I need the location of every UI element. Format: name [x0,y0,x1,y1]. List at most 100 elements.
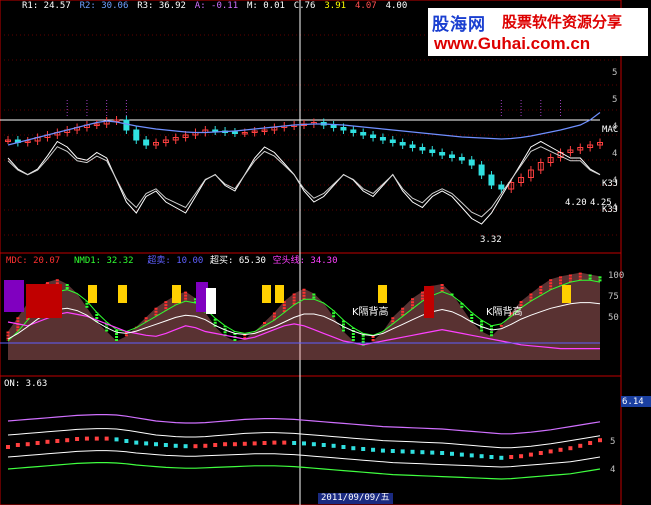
candle-body [123,119,130,131]
date-readout: 2011/09/09/五 [318,493,393,504]
price-mark [440,451,445,455]
price-mark [519,454,524,459]
panel2-legend-item: 超卖: 10.00 [147,256,204,266]
panel1-legend-item: R2: 30.06 [79,1,129,11]
candle-body [370,134,377,138]
price-mark [499,455,504,460]
candle-body [379,137,386,141]
price-mark [134,440,139,445]
candle-body [389,139,396,143]
panel1-legend-item: R3: 36.92 [137,1,186,11]
y-tick-label: 5 [612,95,617,105]
candle-body [478,164,485,176]
price-mark [65,438,70,443]
panel1-label: MAC [602,125,618,135]
y-tick-label: 50 [608,313,619,323]
price-mark [558,447,563,452]
signal-block [26,284,62,318]
panel1-legend-item: M: 0.01 [247,1,285,11]
price-mark [390,449,395,453]
price-mark [262,441,267,445]
price-mark [489,455,494,459]
signal-block [206,288,216,314]
candle-body [340,127,347,131]
watermark-brand: 股海网 [432,15,486,35]
buy-marker [172,285,181,303]
panel1-legend-item: R1: 24.57 [22,1,71,11]
price-mark [568,446,573,451]
price-mark [25,442,30,447]
y-tick-label: 4 [610,465,615,475]
panel1-legend-item: 4.00 [385,1,408,11]
buy-marker [562,285,571,303]
price-mark [6,445,10,449]
panel1-legend-item: 4.07 [355,1,377,11]
price-mark [528,452,533,457]
price-mark [242,441,247,446]
price-mark [578,443,583,448]
price-mark [45,439,50,444]
candle-body [429,149,436,153]
watermark: 股海网 股票软件资源分享 www.Guhai.com.cn [428,8,648,56]
stock-chart[interactable]: 6554444MACK3JK3J4.204.253.321007550K隔背高K… [0,0,651,505]
price-mark [311,442,316,447]
price-mark [163,443,168,447]
candle-body [330,124,337,128]
candle-body [133,129,140,141]
price-mark [213,443,218,447]
price-mark [450,451,454,456]
price-mark [341,445,346,449]
candle-body [231,131,238,134]
panel1-label: K3J [602,179,618,189]
panel1-label: 3.32 [480,235,502,245]
price-mark [94,436,99,441]
price-mark [173,443,178,448]
price-mark [302,441,306,446]
price-mark [538,451,543,455]
price-mark [479,454,484,459]
y-tick-label: 4 [612,149,617,159]
panel1-label: 4.25 [590,198,612,208]
panel2-legend-item: MDC: 20.07 [6,256,61,266]
y-tick-label: 5 [610,437,615,447]
candle-body [212,129,219,132]
panel1-legend-item: A: -0.11 [194,1,239,11]
buy-marker [262,285,271,303]
price-mark [75,437,80,441]
price-mark [430,450,435,455]
y-tick-label: 5 [612,68,617,78]
y-tick-label: 100 [608,271,624,281]
panel1-legend-item: C.76 [293,1,316,11]
price-mark [15,443,20,447]
chart-svg[interactable]: 6554444MACK3JK3J4.204.253.321007550K隔背高K… [0,0,651,505]
price-mark [55,439,60,443]
watermark-url: www.Guhai.com.cn [434,34,591,53]
price-mark [509,455,514,459]
price-mark [84,436,89,441]
price-mark [410,449,415,454]
price-mark [420,450,425,455]
price-mark [282,440,287,445]
panel1-label: 4.20 [565,198,587,208]
price-mark [193,444,198,449]
price-mark [292,441,297,445]
upper-band [7,414,601,435]
price-mark [400,449,405,454]
buy-marker [275,285,284,303]
candle-body [458,157,465,161]
panel3-legend-item: ON: 3.63 [4,379,48,389]
price-mark [469,453,474,458]
price-mark [321,443,326,447]
price-mark [223,442,228,447]
price-mark [252,441,257,446]
buy-marker [88,285,97,303]
y-tick-label: 6.14 [622,397,644,407]
price-mark [371,447,376,452]
panel2-legend-item: 空头线: 34.30 [272,256,338,266]
price-mark [35,441,40,445]
price-mark [272,440,277,445]
candle-body [419,147,426,151]
watermark-slogan: 股票软件资源分享 [502,13,623,31]
panel2-legend-item: NMD1: 32.32 [74,256,134,266]
pattern-annotation: K隔背高 [352,305,389,318]
